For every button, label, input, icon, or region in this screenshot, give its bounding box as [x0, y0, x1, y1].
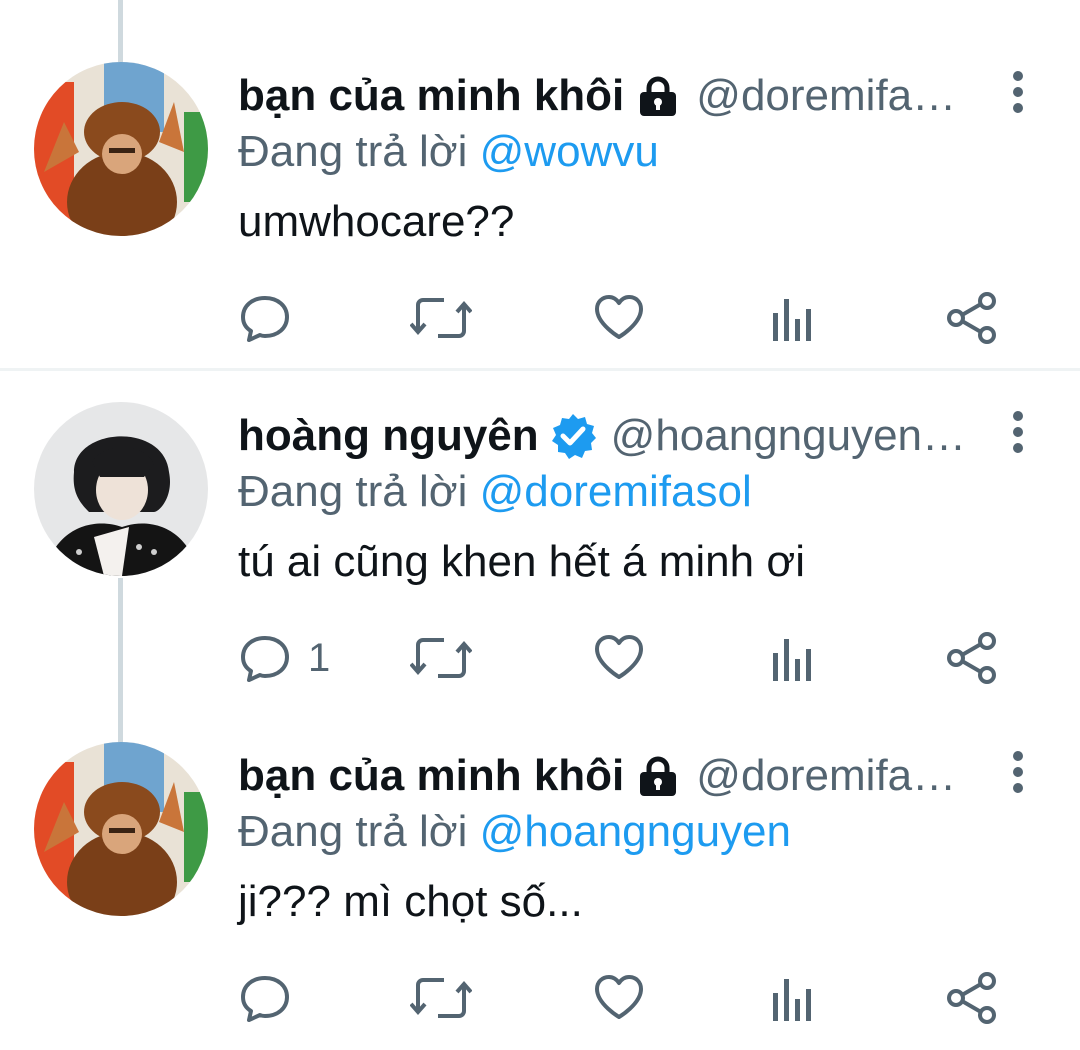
retweet-button[interactable]	[410, 628, 472, 688]
like-button[interactable]	[592, 288, 646, 348]
avatar[interactable]	[34, 742, 208, 916]
display-name[interactable]: bạn của minh khôi	[238, 68, 624, 124]
retweet-icon	[410, 298, 472, 338]
reply-button[interactable]	[238, 288, 308, 348]
share-icon	[947, 632, 996, 684]
tweet[interactable]: bạn của minh khôi @doremifa… Đang trả lờ…	[0, 680, 1080, 1024]
like-button[interactable]	[592, 628, 646, 688]
action-bar	[238, 968, 1008, 1028]
reply-mention-link[interactable]: @wowvu	[480, 127, 659, 176]
action-bar: 1	[238, 628, 1008, 688]
reply-mention-link[interactable]: @doremifasol	[480, 467, 752, 516]
reply-prefix: Đang trả lời	[238, 807, 468, 856]
tweet-header: bạn của minh khôi @doremifa…	[238, 748, 956, 804]
replying-to: Đang trả lời @doremifasol	[238, 464, 752, 520]
more-icon[interactable]	[1008, 750, 1028, 794]
avatar[interactable]	[34, 62, 208, 236]
share-icon	[947, 972, 996, 1024]
lock-icon	[634, 752, 682, 800]
tweet-text: umwhocare??	[238, 197, 515, 246]
views-button[interactable]	[770, 288, 816, 348]
like-icon	[595, 975, 643, 1019]
views-icon	[773, 639, 811, 681]
tweet-text: tú ai cũng khen hết á minh ơi	[238, 537, 805, 586]
like-icon	[595, 635, 643, 679]
handle[interactable]: @hoangnguyen…	[611, 408, 966, 464]
reply-prefix: Đang trả lời	[238, 467, 468, 516]
views-button[interactable]	[770, 968, 816, 1028]
retweet-button[interactable]	[410, 288, 472, 348]
handle[interactable]: @doremifa…	[696, 68, 956, 124]
reply-mention-link[interactable]: @hoangnguyen	[480, 807, 791, 856]
reply-prefix: Đang trả lời	[238, 127, 468, 176]
verified-badge-icon	[549, 412, 597, 460]
reply-icon	[241, 296, 289, 342]
display-name[interactable]: hoàng nguyên	[238, 408, 539, 464]
reply-button[interactable]: 1	[238, 628, 330, 688]
more-icon[interactable]	[1008, 410, 1028, 454]
display-name[interactable]: bạn của minh khôi	[238, 748, 624, 804]
more-icon[interactable]	[1008, 70, 1028, 114]
reply-count: 1	[308, 635, 331, 680]
reply-icon	[241, 976, 289, 1022]
share-button[interactable]	[944, 968, 998, 1028]
handle[interactable]: @doremifa…	[696, 748, 956, 804]
tweet-header: bạn của minh khôi @doremifa…	[238, 68, 956, 124]
views-icon	[773, 979, 811, 1021]
tweet-text: ji??? mì chọt số...	[238, 877, 583, 926]
retweet-icon	[410, 978, 472, 1018]
share-button[interactable]	[944, 628, 998, 688]
reply-button[interactable]	[238, 968, 308, 1028]
action-bar	[238, 288, 1008, 348]
tweet-header: hoàng nguyên @hoangnguyen…	[238, 408, 966, 464]
views-button[interactable]	[770, 628, 816, 688]
like-button[interactable]	[592, 968, 646, 1028]
replying-to: Đang trả lời @hoangnguyen	[238, 804, 791, 860]
like-icon	[595, 295, 643, 339]
replying-to: Đang trả lời @wowvu	[238, 124, 659, 180]
avatar[interactable]	[34, 402, 208, 576]
retweet-button[interactable]	[410, 968, 472, 1028]
tweet[interactable]: bạn của minh khôi @doremifa… Đang trả lờ…	[0, 0, 1080, 344]
retweet-icon	[410, 638, 472, 678]
reply-icon	[241, 636, 289, 682]
share-icon	[947, 292, 996, 344]
tweet[interactable]: hoàng nguyên @hoangnguyen… Đang trả lời …	[0, 340, 1080, 684]
lock-icon	[634, 72, 682, 120]
views-icon	[773, 299, 811, 341]
share-button[interactable]	[944, 288, 998, 348]
